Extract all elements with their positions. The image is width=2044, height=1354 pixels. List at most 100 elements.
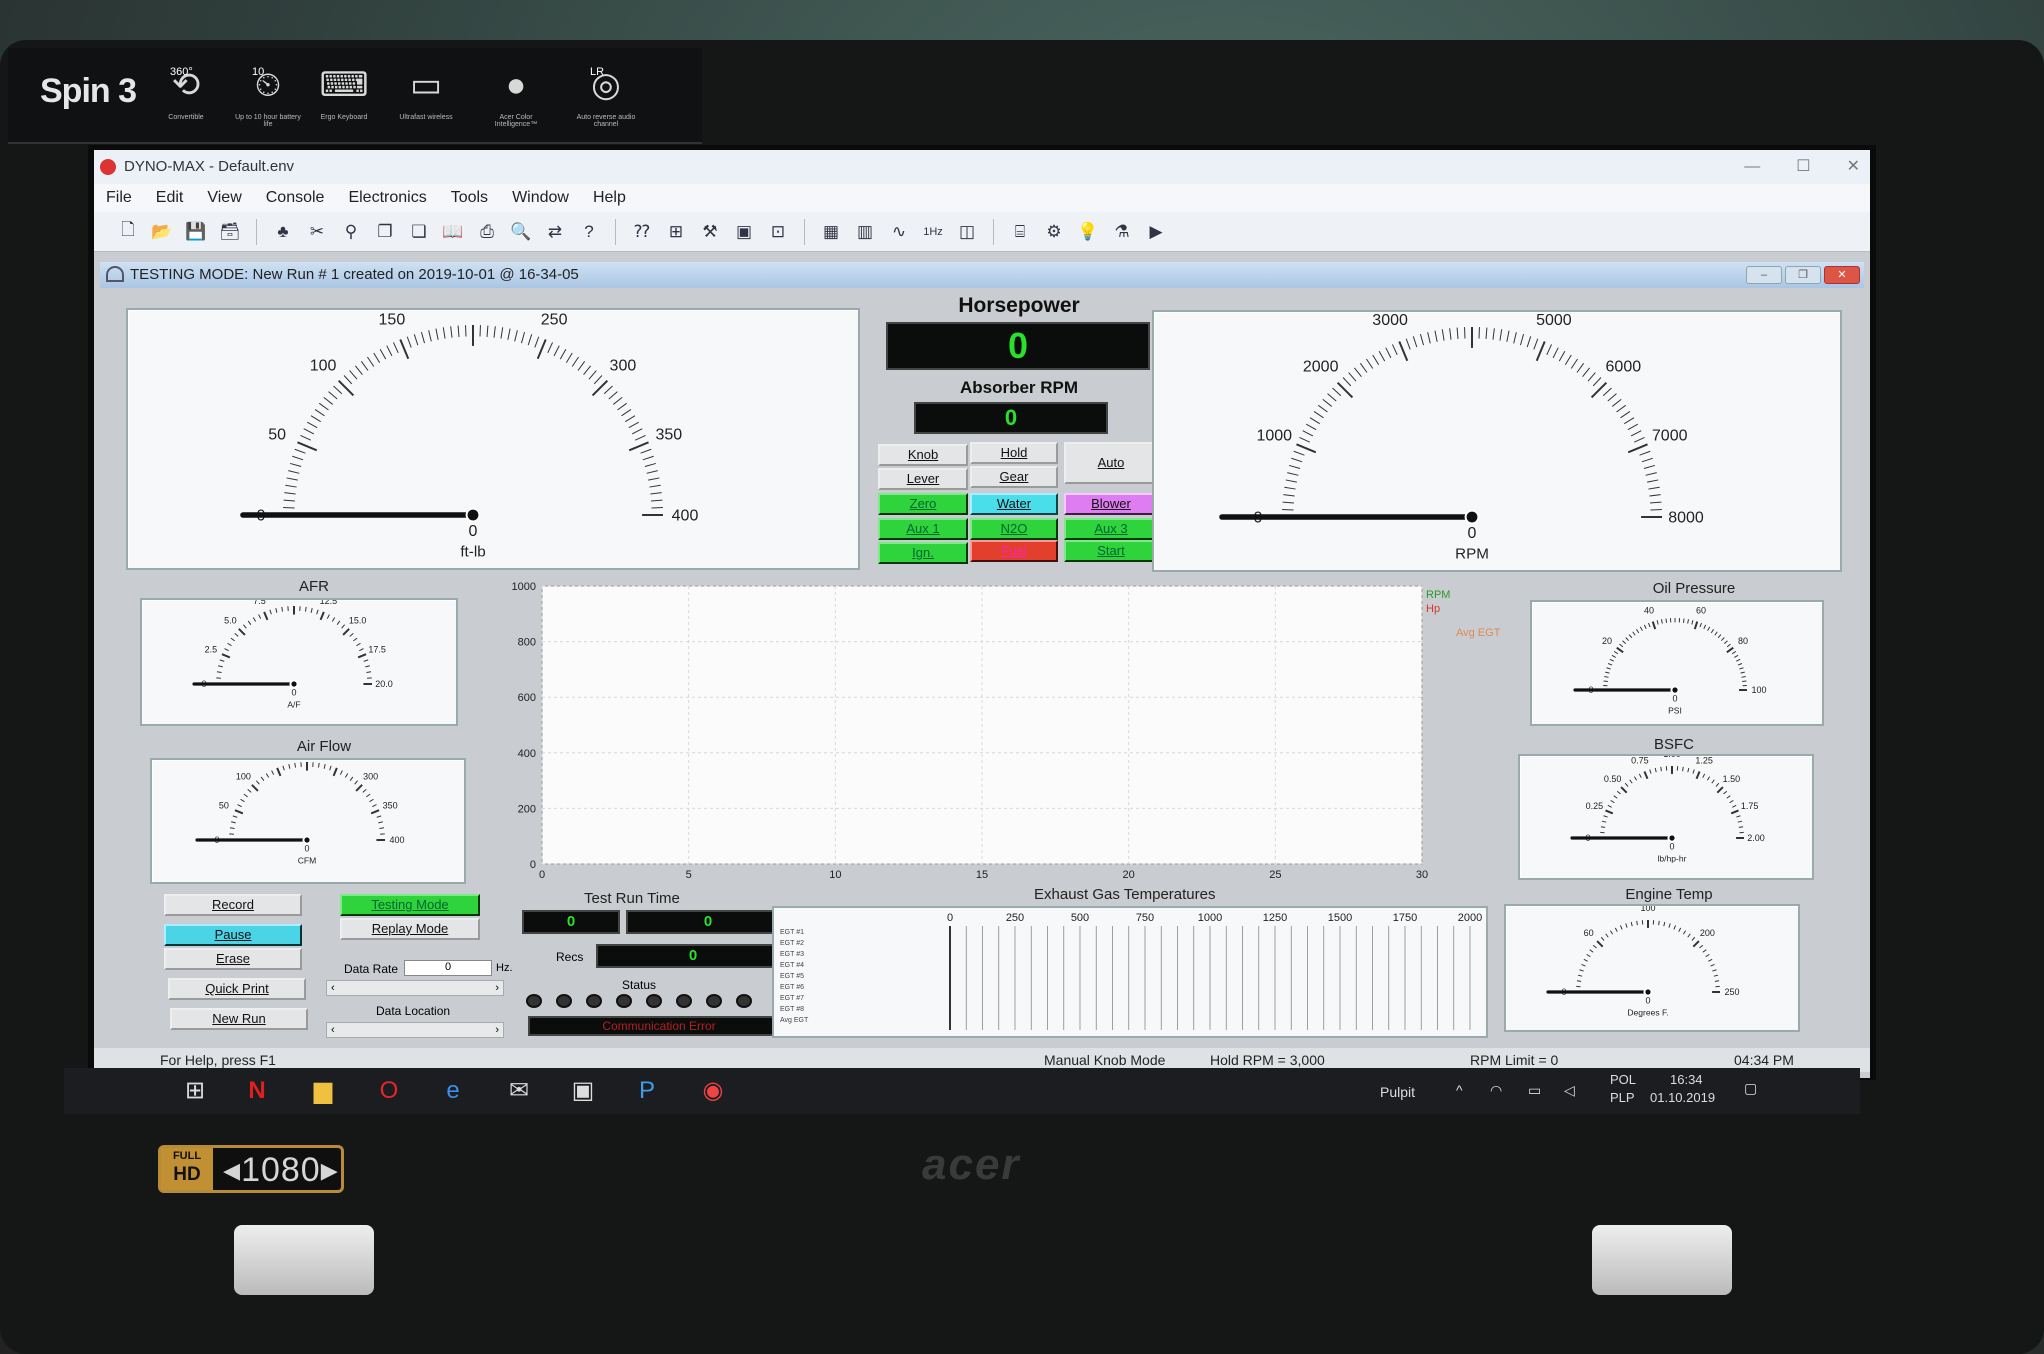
scroll-right-icon[interactable]: › (495, 981, 499, 995)
battery-icon[interactable]: ▭ (1528, 1082, 1541, 1099)
context-help-icon[interactable]: ⁇ (630, 220, 654, 244)
record-button[interactable]: Record (164, 894, 302, 916)
menu-window[interactable]: Window (500, 189, 581, 207)
maximize-icon[interactable]: ☐ (1796, 150, 1810, 184)
menu-console[interactable]: Console (254, 189, 337, 207)
settings-icon[interactable]: ⚙ (1042, 220, 1066, 244)
gauge-tick (289, 462, 302, 468)
gauge-tick (1293, 450, 1305, 456)
print-icon[interactable]: ⎙ (475, 220, 499, 244)
store-icon[interactable]: ▣ (568, 1076, 598, 1106)
pause-button[interactable]: Pause (164, 924, 302, 946)
close-icon[interactable]: ✕ (1847, 150, 1860, 184)
gear-button[interactable]: Gear (970, 466, 1058, 488)
feature-caption: Up to 10 hour battery life (235, 114, 301, 128)
scroll-left-icon[interactable]: ‹ (331, 981, 335, 995)
start-button[interactable]: Start (1064, 540, 1158, 562)
display-icon[interactable]: ▣ (732, 220, 756, 244)
blower-button[interactable]: Blower (1064, 493, 1158, 515)
find-icon[interactable]: ⚲ (339, 220, 363, 244)
child-restore-button[interactable]: ❐ (1785, 266, 1821, 284)
connect-icon[interactable]: ⊞ (664, 220, 688, 244)
copy-icon[interactable]: ❐ (373, 220, 397, 244)
language-plp[interactable]: PLP (1610, 1090, 1635, 1105)
menu-tools[interactable]: Tools (439, 189, 500, 207)
language-pol[interactable]: POL (1610, 1072, 1636, 1087)
save-icon[interactable]: 💾 (184, 220, 208, 244)
file-explorer-icon[interactable]: ▆ (308, 1076, 338, 1106)
open-folder-icon[interactable]: 📂 (150, 220, 174, 244)
gauge-tick (1284, 486, 1296, 490)
testing-mode-button[interactable]: Testing Mode (340, 894, 480, 916)
data-location-scrollbar[interactable]: ‹ › (326, 1022, 504, 1038)
help-icon[interactable]: ? (577, 220, 601, 244)
network-icon[interactable]: ⌸ (1008, 220, 1032, 244)
mail-icon[interactable]: ✉ (504, 1076, 534, 1106)
data-rate-field[interactable]: 0 (404, 960, 492, 976)
aux3-button[interactable]: Aux 3 (1064, 518, 1158, 540)
minimize-icon[interactable]: — (1744, 150, 1760, 184)
opera-icon[interactable]: O (374, 1076, 404, 1106)
tree-icon[interactable]: ♣ (271, 220, 295, 244)
scroll-left-icon[interactable]: ‹ (331, 1023, 335, 1037)
gauge-tick (1619, 643, 1624, 648)
fuel-button[interactable]: Fuel (970, 540, 1058, 562)
grid-icon[interactable]: ▦ (819, 220, 843, 244)
child-close-button[interactable]: ✕ (1824, 266, 1860, 284)
dynomax-taskbar-icon[interactable]: ◉ (698, 1076, 728, 1106)
data-rate-scrollbar[interactable]: ‹ › (326, 980, 504, 996)
clock[interactable]: 16:34 (1670, 1072, 1703, 1087)
child-minimize-button[interactable]: – (1746, 266, 1782, 284)
new-run-button[interactable]: New Run (170, 1008, 308, 1030)
edge-icon[interactable]: e (438, 1076, 468, 1106)
menu-electronics[interactable]: Electronics (336, 189, 438, 207)
aux1-button[interactable]: Aux 1 (878, 518, 968, 540)
ignition-button[interactable]: Ign. (878, 542, 968, 564)
water-button[interactable]: Water (970, 493, 1058, 515)
replay-mode-button[interactable]: Replay Mode (340, 918, 480, 940)
menu-view[interactable]: View (195, 189, 253, 207)
config-icon[interactable]: ⊡ (766, 220, 790, 244)
hold-button[interactable]: Hold (970, 442, 1058, 464)
menu-help[interactable]: Help (581, 189, 638, 207)
tools-icon[interactable]: ⚒ (698, 220, 722, 244)
flip-icon[interactable]: ⇄ (543, 220, 567, 244)
gauge-tick (1287, 472, 1299, 476)
menu-edit[interactable]: Edit (144, 189, 196, 207)
volume-icon[interactable]: ◁ (1564, 1082, 1575, 1099)
gauge-icon[interactable]: ◫ (955, 220, 979, 244)
zero-button[interactable]: Zero (878, 493, 968, 515)
auto-button[interactable]: Auto (1064, 442, 1158, 484)
wifi-icon[interactable]: ◠ (1490, 1082, 1502, 1099)
print-preview-icon[interactable]: 🔍 (509, 220, 533, 244)
start-icon[interactable]: ⊞ (180, 1076, 210, 1106)
new-file-icon[interactable]: 🗋 (116, 220, 140, 244)
gauge-tick (1707, 626, 1711, 631)
tray-chevron-icon[interactable]: ^ (1456, 1082, 1463, 1098)
notifications-icon[interactable]: ▢ (1744, 1080, 1757, 1097)
erase-button[interactable]: Erase (164, 948, 302, 970)
gauge-tick (1632, 631, 1636, 636)
gauge-tick (349, 370, 358, 380)
wave-icon[interactable]: ∿ (887, 220, 911, 244)
cut-icon[interactable]: ✂ (305, 220, 329, 244)
n2o-button[interactable]: N2O (970, 518, 1058, 540)
paste-icon[interactable]: ❏ (407, 220, 431, 244)
camera-icon[interactable]: ▶ (1144, 220, 1168, 244)
layout-icon[interactable]: ▥ (853, 220, 877, 244)
export-icon[interactable]: 🗃 (218, 220, 242, 244)
menu-file[interactable]: File (94, 189, 144, 207)
scroll-right-icon[interactable]: › (495, 1023, 499, 1037)
date[interactable]: 01.10.2019 (1650, 1090, 1715, 1105)
knob-button[interactable]: Knob (878, 444, 968, 466)
calibrate-icon[interactable]: ⚗ (1110, 220, 1134, 244)
book-icon[interactable]: 📖 (441, 220, 465, 244)
quick-print-button[interactable]: Quick Print (168, 978, 306, 1000)
hz-icon[interactable]: 1Hz (921, 220, 945, 244)
pulpit-label[interactable]: Pulpit (1380, 1084, 1415, 1100)
gauge-tick (1622, 640, 1627, 645)
netflix-icon[interactable]: N (242, 1076, 272, 1106)
lever-button[interactable]: Lever (878, 468, 968, 490)
bulb-icon[interactable]: 💡 (1076, 220, 1100, 244)
publisher-icon[interactable]: P (632, 1076, 662, 1106)
